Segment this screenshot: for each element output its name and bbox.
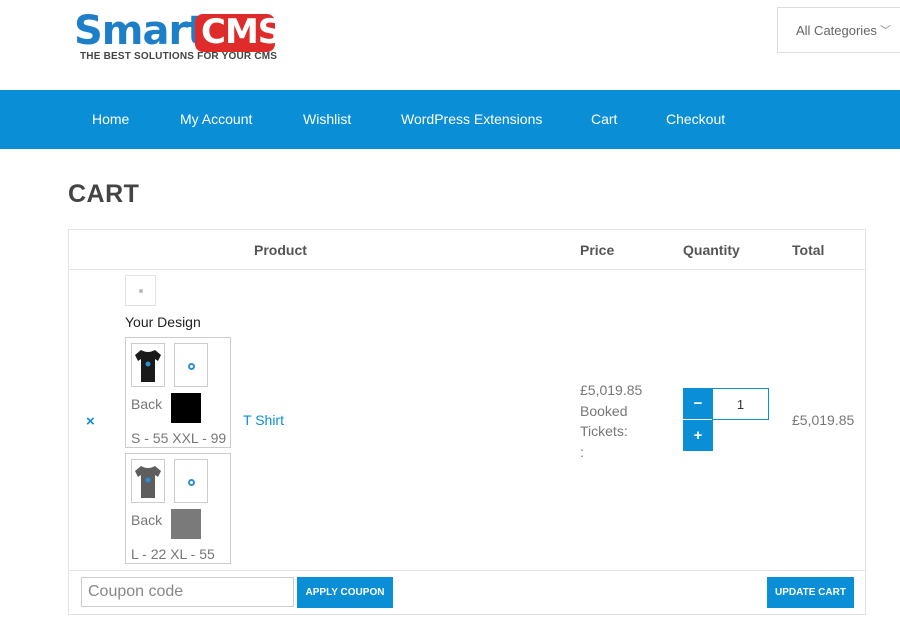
design-sizes: S - 55 XXL - 99 (131, 430, 227, 446)
price-cell: £5,019.85 Booked Tickets: : (580, 380, 660, 462)
header-product: Product (254, 242, 307, 258)
cart-actions-row: APPLY COUPON UPDATE CART (69, 570, 865, 615)
table-header-row: Product Price Quantity Total (69, 230, 865, 270)
nav-my-account[interactable]: My Account (180, 90, 252, 149)
print-thumbnail[interactable] (174, 459, 208, 503)
color-swatch (171, 509, 201, 539)
design-side-label: Back (131, 396, 163, 412)
tshirt-icon (135, 350, 161, 382)
thumbnail-dot (139, 289, 143, 293)
tshirt-icon (135, 466, 161, 498)
design-side-label: Back (131, 512, 163, 528)
category-select[interactable]: All Categories ﹀ (777, 7, 900, 53)
quantity-input[interactable] (712, 388, 769, 420)
header-total: Total (792, 242, 825, 258)
logo-tagline: THE BEST SOLUTIONS FOR YOUR CMS (80, 51, 278, 62)
site-logo[interactable]: Smart CMS THE BEST SOLUTIONS FOR YOUR CM… (74, 8, 282, 66)
nav-checkout[interactable]: Checkout (666, 90, 725, 149)
nav-cart[interactable]: Cart (591, 90, 617, 149)
remove-item-icon[interactable]: × (86, 413, 95, 430)
product-thumbnail[interactable] (125, 275, 156, 306)
quantity-decrease-button[interactable]: − (683, 388, 713, 419)
coupon-code-input[interactable] (81, 577, 294, 607)
tshirt-thumbnail[interactable] (131, 459, 165, 503)
chevron-down-icon: ﹀ (879, 25, 891, 37)
item-total: £5,019.85 (792, 412, 855, 428)
nav-wishlist[interactable]: Wishlist (303, 90, 351, 149)
color-swatch (171, 393, 201, 423)
nav-home[interactable]: Home (92, 90, 129, 149)
main-nav: Home My Account Wishlist WordPress Exten… (0, 90, 900, 149)
your-design-label: Your Design (125, 314, 201, 330)
quantity-increase-button[interactable]: + (683, 420, 713, 451)
print-thumbnail[interactable] (174, 343, 208, 387)
design-preview-1: Back S - 55 XXL - 99 (125, 337, 231, 448)
tickets-label: Tickets: (580, 423, 628, 439)
print-mark-icon (188, 479, 195, 486)
item-price: £5,019.85 (580, 382, 643, 398)
design-sizes: L - 22 XL - 55 (131, 546, 215, 562)
tshirt-thumbnail[interactable] (131, 343, 165, 387)
apply-coupon-button[interactable]: APPLY COUPON (297, 577, 393, 608)
booked-label: Booked (580, 402, 628, 419)
product-name-link[interactable]: T Shirt (243, 412, 284, 428)
update-cart-button[interactable]: UPDATE CART (767, 577, 854, 608)
logo-text-cms: CMS (201, 12, 282, 52)
cart-table: Product Price Quantity Total × Your Desi… (68, 229, 866, 615)
print-mark-icon (188, 363, 195, 370)
logo-text-smart: Smart (74, 8, 206, 54)
page-title: CART (68, 180, 140, 208)
nav-wordpress-extensions[interactable]: WordPress Extensions (401, 90, 542, 149)
header-price: Price (580, 242, 615, 258)
category-select-value: All Categories (796, 22, 877, 38)
design-preview-2: Back L - 22 XL - 55 (125, 453, 231, 564)
tickets-value: : (580, 443, 584, 460)
header-quantity: Quantity (683, 242, 740, 258)
